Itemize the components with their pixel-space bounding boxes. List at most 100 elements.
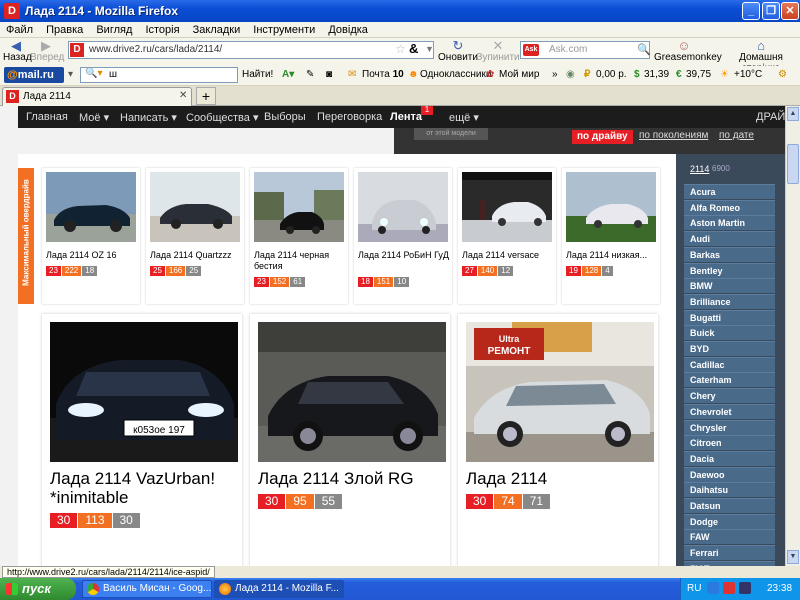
brand-item[interactable]: BYD (684, 341, 775, 356)
moimir-link[interactable]: Мой мир (499, 69, 539, 80)
mailru-logo[interactable]: @mail.ru (4, 67, 64, 83)
eur-rate[interactable]: 39,75 (686, 69, 711, 80)
brand-item[interactable]: Chery (684, 388, 775, 404)
menu-help[interactable]: Довідка (328, 22, 368, 38)
nav-mine[interactable]: Моё ▾ (79, 111, 109, 124)
url-bar[interactable]: D www.drive2.ru/cars/lada/2114/ ☆ & ▼ (68, 41, 434, 59)
car-card-small[interactable]: Лада 2114 РоБиН ГуД 18 151 10 (354, 168, 452, 304)
new-tab-button[interactable]: + (196, 87, 216, 105)
brand-item[interactable]: Cadillac (684, 356, 775, 372)
brand-item[interactable]: Brilliance (684, 293, 775, 309)
brand-item[interactable]: Dacia (684, 450, 775, 466)
nav-write[interactable]: Написать ▾ (120, 111, 177, 124)
nav-home[interactable]: Главная (26, 111, 68, 123)
brand-item[interactable]: Aston Martin (684, 215, 775, 231)
forward-button[interactable]: ▶ Вперед (30, 39, 64, 63)
menu-tools[interactable]: Інструменти (253, 22, 315, 38)
nav-elections[interactable]: Выборы (264, 111, 306, 123)
drive-logo[interactable]: ДРАЙВ (756, 111, 785, 123)
brand-item[interactable]: Datsun (684, 498, 775, 513)
tab-lada-2114[interactable]: D Лада 2114 ✕ (2, 87, 192, 106)
dropdown-arrow-icon[interactable]: ▼ (425, 44, 434, 54)
maximize-button[interactable]: ❐ (762, 2, 780, 20)
sort-by-date[interactable]: по дате (719, 130, 754, 141)
mail-link[interactable]: Почта 10 (362, 69, 404, 80)
car-photo[interactable]: Ultra РЕМОНТ (466, 322, 654, 462)
car-card-small[interactable]: Лада 2114 черная бестия 23 152 61 (250, 168, 348, 304)
scroll-thumb[interactable] (787, 144, 799, 184)
volume-icon[interactable] (739, 582, 751, 594)
menu-history[interactable]: Історія (145, 22, 179, 38)
car-title[interactable]: Лада 2114 низкая... (566, 250, 658, 261)
menu-file[interactable]: Файл (6, 22, 33, 38)
brand-item[interactable]: Citroen (684, 435, 775, 451)
car-title[interactable]: Лада 2114 VazUrban! *inimitable (50, 469, 240, 507)
brand-item[interactable]: BMW (684, 278, 775, 294)
mailru-dropdown-icon[interactable]: ▾ (68, 69, 73, 80)
vertical-scrollbar[interactable]: ▲ ▼ (785, 106, 800, 566)
language-indicator[interactable]: RU (687, 583, 701, 594)
brand-item[interactable]: Audi (684, 231, 775, 247)
car-photo[interactable] (46, 172, 136, 242)
weather-temp[interactable]: +10°C (734, 69, 762, 80)
menu-view[interactable]: Вигляд (96, 22, 132, 38)
nav-feed[interactable]: Лента (390, 111, 422, 123)
brand-item[interactable]: Daewoo (684, 466, 775, 482)
settings-icon[interactable]: ◉ (566, 69, 575, 80)
car-title[interactable]: Лада 2114 Quartzzz (150, 250, 242, 261)
car-title[interactable]: Лада 2114 versace (462, 250, 554, 261)
sort-by-generation[interactable]: по поколениям (639, 130, 708, 141)
menu-edit[interactable]: Правка (46, 22, 83, 38)
car-photo[interactable] (462, 172, 552, 242)
model-count-link[interactable]: 2114 (690, 164, 709, 174)
car-title[interactable]: Лада 2114 Злой RG (258, 469, 448, 488)
brand-item[interactable]: Ferrari (684, 545, 775, 561)
antivirus-icon[interactable] (723, 582, 735, 594)
scroll-up-icon[interactable]: ▲ (787, 107, 799, 121)
car-photo[interactable]: к053ое 197 (50, 322, 238, 462)
close-tab-icon[interactable]: ✕ (179, 90, 187, 101)
more-button[interactable]: » (552, 69, 558, 80)
car-photo[interactable] (258, 322, 446, 462)
camera-icon[interactable]: ◙ (326, 69, 332, 80)
brand-item[interactable]: FAW (684, 529, 775, 545)
back-button[interactable]: ◀ Назад (3, 39, 32, 63)
taskbar-item-chrome[interactable]: Василь Мисан - Goog... (82, 580, 212, 598)
odnoklassniki-link[interactable]: Одноклассники (420, 69, 491, 80)
brand-item[interactable]: Caterham (684, 372, 775, 388)
reload-button[interactable]: ↻ Оновити (438, 39, 478, 63)
search-bar[interactable]: Ask Ask.com 🔍 (520, 41, 651, 59)
car-card-small[interactable]: Лада 2114 versace 27 140 12 (458, 168, 556, 304)
money-balance[interactable]: 0,00 р. (596, 69, 627, 80)
font-icon[interactable]: A▾ (282, 69, 294, 80)
brand-item[interactable]: Bugatti (684, 309, 775, 325)
pencil-icon[interactable]: ✎ (306, 69, 314, 80)
ampersand-icon[interactable]: & (409, 41, 418, 56)
taskbar-item-firefox[interactable]: Лада 2114 - Mozilla F... (214, 580, 344, 598)
brand-item[interactable]: Chrysler (684, 419, 775, 435)
brand-item[interactable]: Chevrolet (684, 403, 775, 419)
brand-item[interactable]: Acura (684, 184, 775, 199)
menu-bookmarks[interactable]: Закладки (193, 22, 241, 38)
brand-item[interactable]: Alfa Romeo (684, 199, 775, 215)
usd-rate[interactable]: 31,39 (644, 69, 669, 80)
brand-item[interactable]: Dodge (684, 513, 775, 529)
car-card-small[interactable]: Лада 2114 Quartzzz 25 166 25 (146, 168, 244, 304)
car-card-large[interactable]: к053ое 197 Лада 2114 VazUrban! *inimitab… (42, 314, 242, 566)
brand-item[interactable]: Daihatsu (684, 482, 775, 498)
gear-icon[interactable]: ⚙ (778, 69, 787, 80)
sort-by-drive[interactable]: по драйву (572, 130, 633, 144)
nav-chat[interactable]: Переговорка (317, 111, 382, 123)
brand-item[interactable]: Buick (684, 325, 775, 341)
mailru-search-input[interactable]: 🔍▾ ш (80, 67, 238, 83)
find-button[interactable]: Найти! (242, 69, 273, 80)
model-link[interactable]: от этой модели (414, 128, 488, 140)
minimize-button[interactable]: _ (742, 2, 760, 20)
search-icon[interactable]: 🔍 (637, 43, 651, 56)
car-card-large[interactable]: Лада 2114 Злой RG 30 95 55 (250, 314, 450, 566)
close-button[interactable]: ✕ (781, 2, 799, 20)
car-photo[interactable] (254, 172, 344, 242)
car-title[interactable]: Лада 2114 OZ 16 (46, 250, 138, 261)
nav-more[interactable]: ещё ▾ (449, 111, 479, 124)
scroll-down-icon[interactable]: ▼ (787, 550, 799, 564)
